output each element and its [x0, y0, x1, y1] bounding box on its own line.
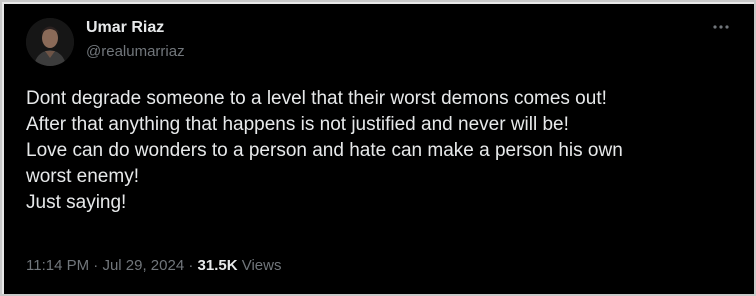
tweet-line: Dont degrade someone to a level that the…: [26, 88, 607, 109]
tweet-time: 11:14 PM: [26, 257, 90, 274]
display-name[interactable]: Umar Riaz: [86, 18, 164, 38]
tweet-line: After that anything that happens is not …: [26, 114, 569, 135]
tweet-card: Umar Riaz @realumarriaz Dont degrade som…: [4, 4, 754, 294]
more-options-button[interactable]: [708, 14, 734, 40]
views-label: Views: [241, 257, 282, 274]
tweet-line: worst enemy!: [26, 166, 139, 187]
avatar[interactable]: [26, 18, 74, 66]
views-link[interactable]: 31.5K Views: [198, 257, 282, 274]
separator: ·: [93, 257, 99, 274]
tweet-text: Dont degrade someone to a level that the…: [26, 86, 736, 216]
views-count: 31.5K: [197, 257, 238, 274]
user-handle[interactable]: @realumarriaz: [86, 42, 185, 62]
tweet-meta: 11:14 PM · Jul 29, 2024 · 31.5K Views: [26, 256, 281, 276]
screenshot-frame: Umar Riaz @realumarriaz Dont degrade som…: [0, 0, 756, 296]
separator: ·: [188, 257, 194, 274]
timestamp-link[interactable]: 11:14 PM · Jul 29, 2024: [26, 257, 184, 274]
more-horizontal-icon: [713, 25, 729, 29]
tweet-line: Love can do wonders to a person and hate…: [26, 140, 623, 161]
tweet-line: Just saying!: [26, 192, 127, 213]
tweet-date: Jul 29, 2024: [102, 257, 185, 274]
